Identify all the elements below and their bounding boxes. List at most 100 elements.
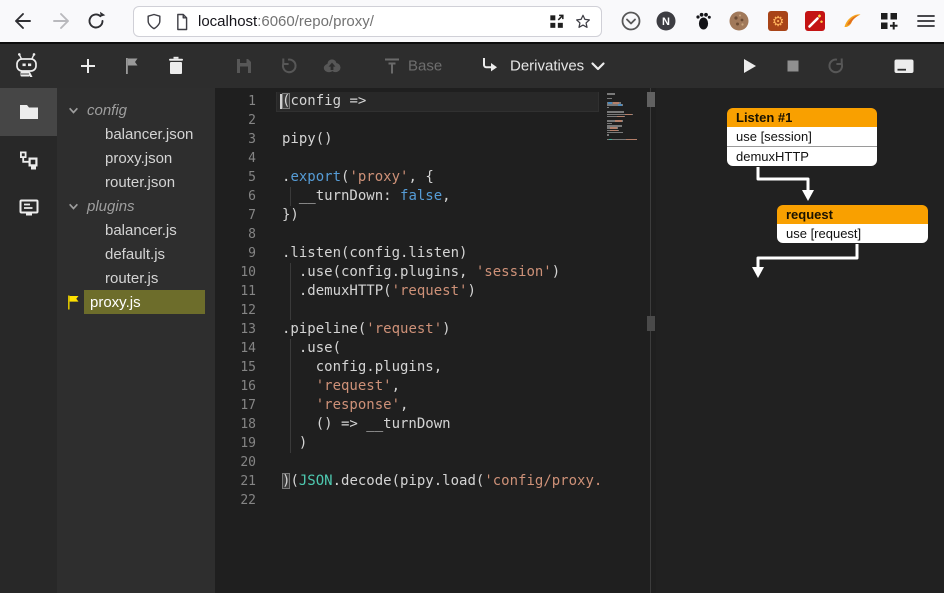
code-token (282, 378, 316, 394)
content-area: configbalancer.jsonproxy.jsonrouter.json… (0, 88, 944, 593)
code-line-14[interactable]: 14 .use( (215, 339, 600, 358)
code-line-6[interactable]: 6 __turnDown: false, (215, 187, 600, 206)
wand-extension-button[interactable] (803, 9, 827, 33)
code-line-4[interactable]: 4 (215, 149, 600, 168)
base-button[interactable] (380, 54, 404, 78)
minimap[interactable] (607, 93, 651, 143)
line-number: 16 (215, 377, 256, 396)
tracking-shield-icon[interactable] (144, 12, 164, 32)
editor-scrollbar-thumb[interactable] (647, 92, 655, 107)
tree-item-plugins[interactable]: plugins (57, 194, 215, 218)
graph-box-listen-1[interactable]: Listen #1use [session]demuxHTTP (727, 108, 877, 166)
new-codebase-button[interactable] (76, 54, 100, 78)
console-button[interactable] (892, 54, 916, 78)
file-tree: configbalancer.jsonproxy.jsonrouter.json… (57, 88, 215, 593)
activity-bar (0, 88, 57, 593)
tree-item-router.js[interactable]: router.js (57, 266, 215, 290)
activity-tab-files[interactable] (0, 88, 57, 136)
graph-box-header: request (777, 205, 928, 224)
tree-item-router.json[interactable]: router.json (57, 170, 215, 194)
tree-item-balancer.js[interactable]: balancer.js (57, 218, 215, 242)
plus-icon (76, 54, 100, 78)
code-area[interactable]: 1(config =>23pipy()45.export('proxy', {6… (215, 92, 600, 510)
gnome-foot-icon (691, 9, 715, 33)
reset-changes-button[interactable] (276, 54, 300, 78)
reload-button[interactable] (84, 9, 108, 33)
graph-box-request[interactable]: requestuse [request] (777, 205, 928, 243)
noscript-extension-button[interactable]: N (654, 9, 678, 33)
code-line-11[interactable]: 11 .demuxHTTP('request') (215, 282, 600, 301)
code-line-16[interactable]: 16 'request', (215, 377, 600, 396)
code-line-8[interactable]: 8 (215, 225, 600, 244)
save-button[interactable] (232, 54, 256, 78)
code-line-21[interactable]: 21)(JSON.decode(pipy.load('config/proxy. (215, 472, 600, 491)
code-line-2[interactable]: 2 (215, 111, 600, 130)
tree-item-config[interactable]: config (57, 98, 215, 122)
terminal-icon (892, 54, 916, 78)
derivatives-chevron[interactable] (586, 54, 610, 78)
code-line-18[interactable]: 18 () => __turnDown (215, 415, 600, 434)
cookie-extension-button[interactable] (727, 9, 751, 33)
panel-divider[interactable] (650, 88, 651, 593)
activity-tab-pipelines[interactable] (0, 136, 57, 184)
code-token: ) (467, 283, 475, 299)
code-editor[interactable]: 1(config =>23pipy()45.export('proxy', {6… (215, 88, 656, 593)
extensions-grid-button[interactable] (877, 9, 901, 33)
code-line-3[interactable]: 3pipy() (215, 130, 600, 149)
code-line-22[interactable]: 22 (215, 491, 600, 510)
code-line-10[interactable]: 10 .use(config.plugins, 'session') (215, 263, 600, 282)
pocket-icon (619, 9, 643, 33)
code-line-19[interactable]: 19 ) (215, 434, 600, 453)
tree-item-proxy.json[interactable]: proxy.json (57, 146, 215, 170)
swoosh-extension-button[interactable] (840, 9, 864, 33)
url-text[interactable]: localhost:6060/repo/proxy/ (198, 13, 374, 30)
code-line-7[interactable]: 7}) (215, 206, 600, 225)
code-line-13[interactable]: 13.pipeline('request') (215, 320, 600, 339)
derivatives-label[interactable]: Derivatives (510, 58, 584, 75)
text-cursor (280, 94, 282, 109)
derivatives-button[interactable] (477, 54, 501, 78)
flag-button[interactable] (120, 54, 144, 78)
stop-button[interactable] (781, 54, 805, 78)
code-token: JSON (299, 473, 333, 489)
line-number: 9 (215, 244, 256, 263)
url-bar[interactable]: localhost:6060/repo/proxy/ (133, 6, 602, 37)
svg-text:N: N (662, 16, 670, 28)
code-line-1[interactable]: 1(config => (215, 92, 600, 111)
line-number: 3 (215, 130, 256, 149)
tree-item-default.js[interactable]: default.js (57, 242, 215, 266)
code-line-12[interactable]: 12 (215, 301, 600, 320)
base-label[interactable]: Base (408, 58, 442, 75)
tree-item-balancer.json[interactable]: balancer.json (57, 122, 215, 146)
start-button[interactable] (737, 54, 761, 78)
line-number: 1 (215, 92, 256, 111)
pocket-button[interactable] (619, 9, 643, 33)
indent-guide (290, 339, 291, 358)
forward-button[interactable] (50, 9, 74, 33)
restart-button[interactable] (825, 54, 849, 78)
back-button[interactable] (10, 9, 34, 33)
gear-extension-button[interactable]: ⚙ (766, 9, 790, 33)
grid-extension-icon[interactable] (547, 12, 567, 32)
derivatives-branch-icon (477, 54, 501, 78)
splitter-grip[interactable] (647, 316, 655, 331)
publish-button[interactable] (320, 54, 344, 78)
line-number: 4 (215, 149, 256, 168)
code-line-5[interactable]: 5.export('proxy', { (215, 168, 600, 187)
code-line-20[interactable]: 20 (215, 453, 600, 472)
pipy-logo[interactable] (10, 51, 44, 81)
page-icon[interactable] (172, 12, 192, 32)
activity-tab-console-log[interactable] (0, 184, 57, 232)
code-line-9[interactable]: 9.listen(config.listen) (215, 244, 600, 263)
code-line-17[interactable]: 17 'response', (215, 396, 600, 415)
delete-button[interactable] (164, 54, 188, 78)
bookmark-star-icon[interactable] (573, 12, 593, 32)
tree-item-proxy.js[interactable]: proxy.js (57, 290, 215, 314)
gnome-extension-button[interactable] (691, 9, 715, 33)
code-token: config.plugins, (282, 359, 442, 375)
line-number: 6 (215, 187, 256, 206)
code-line-15[interactable]: 15 config.plugins, (215, 358, 600, 377)
line-number: 12 (215, 301, 256, 320)
forward-icon (50, 9, 74, 33)
menu-button[interactable] (914, 9, 938, 33)
